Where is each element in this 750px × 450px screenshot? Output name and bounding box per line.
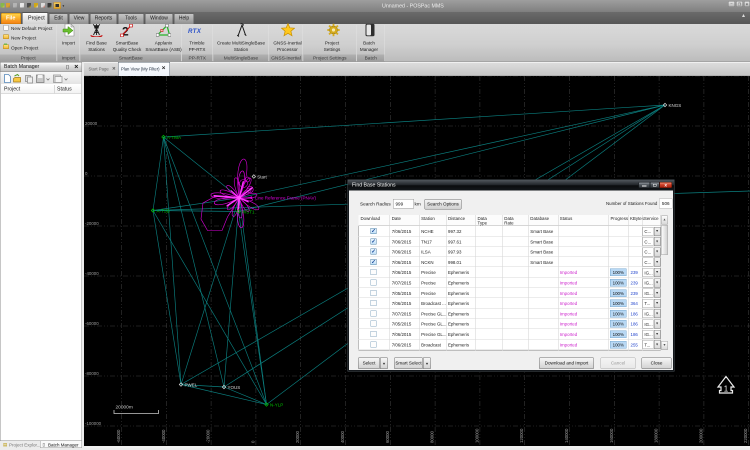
svg-text:-40000: -40000	[85, 271, 99, 276]
svg-text:-20000: -20000	[85, 221, 99, 226]
svg-text:-80000: -80000	[85, 371, 99, 376]
svg-text:PWEL: PWEL	[185, 382, 198, 387]
svg-text:20000: 20000	[85, 121, 98, 126]
svg-text:100000: 100000	[474, 428, 479, 443]
svg-text:-40000: -40000	[161, 429, 166, 443]
svg-text:-20000: -20000	[206, 429, 211, 443]
svg-text:140000: 140000	[564, 428, 569, 443]
svg-text:40000: 40000	[340, 430, 345, 443]
svg-text:KNGS: KNGS	[669, 103, 682, 108]
svg-text:-60000: -60000	[116, 429, 121, 443]
svg-text:1: 1	[724, 385, 729, 394]
svg-text:A-TMA: A-TMA	[167, 135, 181, 140]
svg-text:20000m: 20000m	[116, 405, 133, 411]
svg-text:20000: 20000	[295, 430, 300, 443]
svg-text:120000: 120000	[519, 428, 524, 443]
svg-text:WST1: WST1	[242, 209, 255, 214]
svg-text:220000: 220000	[743, 428, 748, 443]
svg-text:N-YLP: N-YLP	[270, 402, 283, 407]
svg-text:Start: Start	[257, 174, 267, 179]
svg-text:200000: 200000	[698, 428, 703, 443]
svg-text:Line Reference Frame (PNAV): Line Reference Frame (PNAV)	[255, 196, 316, 201]
svg-text:160000: 160000	[609, 428, 614, 443]
svg-text:60000: 60000	[385, 430, 390, 443]
svg-text:180000: 180000	[654, 428, 659, 443]
svg-text:YOUS: YOUS	[228, 385, 241, 390]
svg-text:A-TSB: A-TSB	[157, 208, 170, 213]
svg-text:-100000: -100000	[85, 421, 102, 426]
svg-text:80000: 80000	[430, 430, 435, 443]
svg-text:-60000: -60000	[85, 321, 99, 326]
